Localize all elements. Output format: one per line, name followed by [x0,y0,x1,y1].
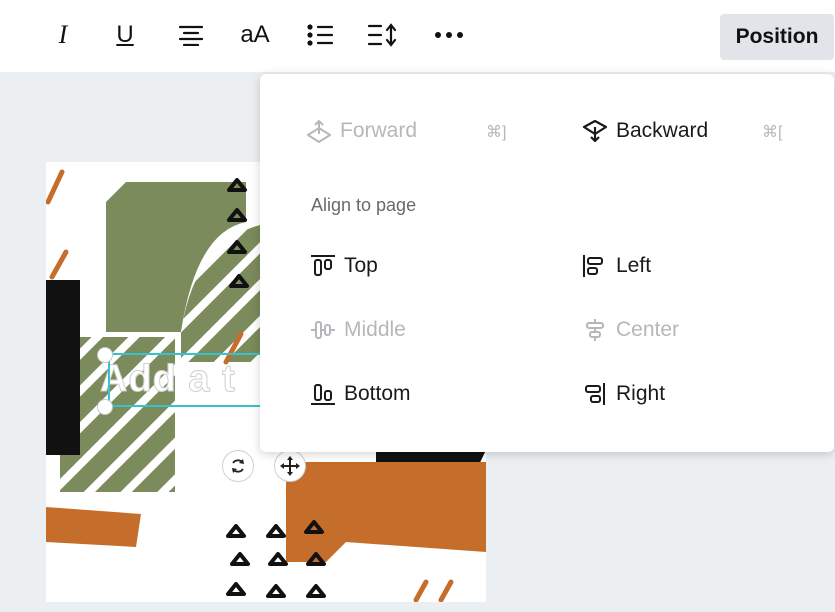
text-toolbar: I U aA Position [0,0,835,72]
position-button[interactable]: Position [720,14,834,60]
forward-shortcut: ⌘] [486,124,507,141]
resize-handle-bottom-left[interactable] [97,399,113,415]
align-right-icon [585,383,605,405]
forward-label: Forward [340,119,418,142]
line-spacing-icon [367,23,397,47]
align-left-item[interactable]: Left [582,253,651,279]
rotate-button[interactable] [222,450,254,482]
underline-button[interactable]: U [114,18,136,52]
align-top-item[interactable]: Top [310,253,378,279]
position-menu: Forward ⌘] Backward ⌘[ Align to page Top… [260,74,834,452]
italic-button[interactable]: I [52,18,74,52]
forward-icon [307,120,331,143]
bullet-list-icon [307,24,334,46]
rotate-icon [232,459,244,473]
align-middle-icon [311,321,335,339]
align-to-page-heading: Align to page [311,195,417,215]
align-bottom-icon [311,384,335,405]
align-middle-item[interactable]: Middle [310,317,406,343]
move-button[interactable] [274,450,306,482]
backward-icon [582,119,608,143]
line-spacing-button[interactable] [366,18,400,52]
align-center-button[interactable] [176,18,206,52]
backward-shortcut: ⌘[ [762,124,783,141]
align-bottom-label: Bottom [344,382,411,405]
backward-item[interactable]: Backward [582,118,708,144]
align-left-icon [583,255,603,277]
resize-handle-top-left[interactable] [97,347,113,363]
forward-item[interactable]: Forward [306,118,417,144]
backward-label: Backward [616,119,709,142]
letter-case-button[interactable]: aA [235,18,275,52]
align-center-icon [178,25,204,46]
move-icon [280,456,300,476]
align-left-label: Left [616,254,652,277]
align-center-h-icon [586,319,604,341]
align-center-item[interactable]: Center [582,317,679,343]
more-button[interactable] [432,18,466,52]
align-right-label: Right [616,382,666,405]
align-middle-label: Middle [344,318,406,341]
align-right-item[interactable]: Right [582,381,665,407]
more-icon [435,32,463,38]
align-top-label: Top [344,254,378,277]
align-top-icon [311,255,335,276]
align-bottom-item[interactable]: Bottom [310,381,411,407]
selection-box[interactable] [108,353,268,407]
bullet-list-button[interactable] [305,18,335,52]
align-center-label: Center [616,318,680,341]
